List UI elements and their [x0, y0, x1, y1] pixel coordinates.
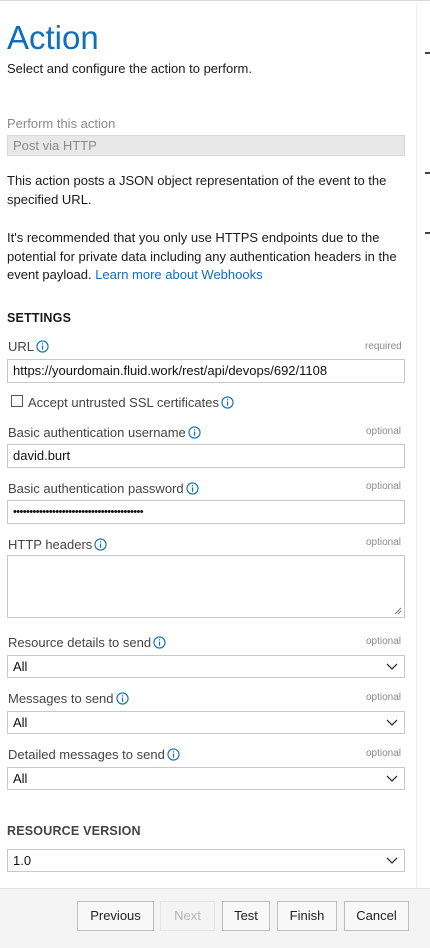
chevron-down-icon — [386, 719, 398, 726]
messages-optional-hint: optional — [366, 692, 402, 703]
finish-button[interactable]: Finish — [277, 901, 337, 931]
resource-details-select[interactable]: All — [7, 655, 405, 678]
next-button[interactable]: Next — [160, 901, 215, 931]
username-label: Basic authentication username — [8, 425, 201, 441]
page-title: Action — [7, 19, 99, 56]
resource-version-heading: RESOURCE VERSION — [7, 824, 141, 838]
detailed-messages-select[interactable]: All — [7, 767, 405, 790]
info-circle-icon[interactable] — [188, 426, 201, 439]
info-circle-icon[interactable] — [115, 692, 129, 705]
detailed-messages-label: Detailed messages to send — [8, 747, 180, 763]
info-circle-icon[interactable] — [221, 396, 234, 409]
http-headers-label: HTTP headers — [8, 537, 107, 553]
username-optional-hint: optional — [366, 426, 402, 437]
accept-ssl-checkbox[interactable] — [11, 395, 23, 407]
chevron-down-icon — [386, 663, 398, 670]
messages-label: Messages to send — [8, 691, 129, 707]
description-paragraph: This action posts a JSON object represen… — [7, 173, 387, 207]
background-panel-tick — [425, 232, 430, 234]
password-optional-hint: optional — [366, 481, 402, 492]
resource-details-label: Resource details to send — [8, 635, 166, 651]
http-headers-textarea[interactable] — [7, 555, 405, 618]
password-input[interactable]: •••••••••••••••••••••••••••••••••••••••• — [7, 500, 405, 524]
username-input[interactable]: david.burt — [7, 444, 405, 468]
url-input[interactable]: https://yourdomain.fluid.work/rest/api/d… — [7, 359, 405, 383]
settings-heading: SETTINGS — [7, 311, 72, 325]
password-label: Basic authentication password — [8, 481, 199, 497]
info-circle-icon[interactable] — [36, 340, 49, 353]
url-required-hint: required — [365, 341, 402, 352]
accept-ssl-label: Accept untrusted SSL certificates — [28, 395, 234, 411]
http-headers-optional-hint: optional — [366, 537, 402, 548]
page-subtitle: Select and configure the action to perfo… — [7, 61, 252, 76]
action-label: Perform this action — [7, 116, 116, 131]
previous-button[interactable]: Previous — [77, 901, 154, 931]
action-readonly-field: Post via HTTP — [7, 135, 405, 156]
resize-grip-icon[interactable] — [394, 607, 402, 615]
resource-version-select[interactable]: 1.0 — [7, 849, 405, 872]
info-circle-icon[interactable] — [185, 482, 199, 495]
url-label: URL — [8, 339, 49, 355]
detailed-messages-optional-hint: optional — [366, 748, 402, 759]
dialog-top-border — [0, 0, 430, 5]
info-circle-icon[interactable] — [94, 538, 107, 551]
info-circle-icon[interactable] — [153, 636, 166, 649]
learn-more-webhooks-link[interactable]: Learn more about Webhooks — [95, 267, 262, 282]
background-panel-tick — [425, 52, 430, 54]
resource-details-optional-hint: optional — [366, 636, 402, 647]
background-panel-tick — [425, 172, 430, 174]
chevron-down-icon — [386, 857, 398, 864]
info-circle-icon[interactable] — [167, 748, 180, 761]
test-button[interactable]: Test — [222, 901, 270, 931]
messages-select[interactable]: All — [7, 711, 405, 734]
chevron-down-icon — [386, 775, 398, 782]
cancel-button[interactable]: Cancel — [344, 901, 409, 931]
background-panel-edge — [416, 4, 430, 888]
recommendation-paragraph: It's recommended that you only use HTTPS… — [7, 229, 412, 285]
